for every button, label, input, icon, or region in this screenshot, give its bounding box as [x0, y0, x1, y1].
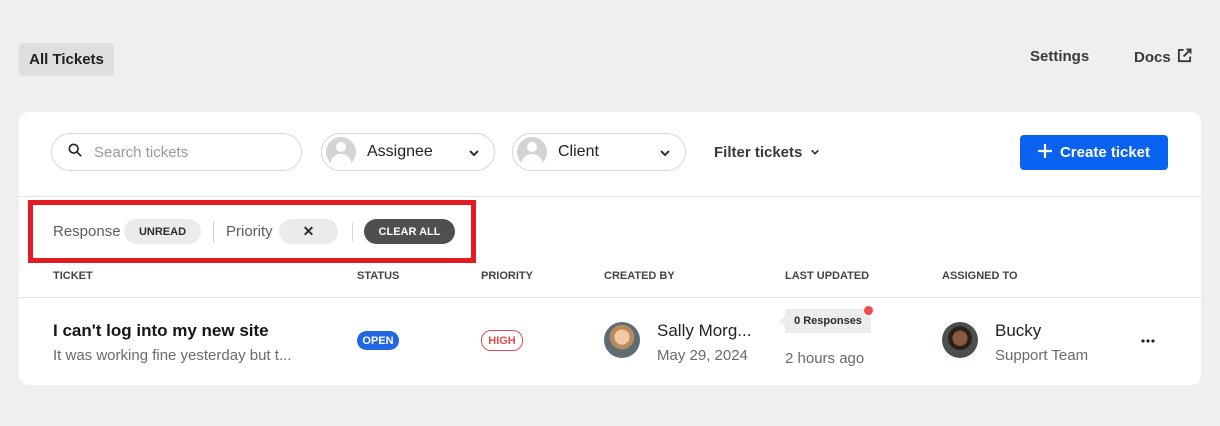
assignee-dropdown[interactable]: Assignee [321, 133, 495, 171]
responses-tag: 0 Responses [779, 309, 871, 333]
tickets-panel: Assignee Client Filter tickets Create ti… [19, 112, 1201, 385]
chevron-down-icon [659, 146, 671, 164]
filter-tickets-label: Filter tickets [714, 144, 803, 161]
ticket-title[interactable]: I can't log into my new site [53, 321, 269, 341]
assignee-name: Bucky [995, 321, 1042, 340]
column-header-priority[interactable]: PRIORITY [481, 270, 533, 282]
client-dropdown[interactable]: Client [512, 133, 686, 171]
updated-time: 2 hours ago [785, 350, 865, 367]
ticket-excerpt: It was working fine yesterday but t... [53, 347, 292, 364]
response-filter-chip[interactable]: UNREAD [124, 219, 201, 244]
settings-label: Settings [1030, 48, 1090, 65]
docs-label: Docs [1134, 49, 1171, 66]
response-filter-label: Response [53, 223, 121, 240]
chevron-down-icon [468, 146, 480, 164]
user-placeholder-icon [326, 137, 356, 167]
priority-filter-label: Priority [226, 223, 273, 240]
column-header-status[interactable]: STATUS [357, 270, 399, 282]
avatar [942, 322, 978, 358]
search-input[interactable] [92, 142, 286, 162]
toolbar-divider [19, 196, 1201, 197]
external-link-icon [1177, 48, 1192, 67]
priority-badge: HIGH [481, 330, 523, 351]
filter-separator [352, 222, 353, 242]
column-header-ticket[interactable]: TICKET [53, 270, 93, 282]
priority-filter-chip[interactable]: ✕ [279, 219, 338, 244]
filter-tickets-button[interactable]: Filter tickets [714, 144, 820, 161]
tab-all-tickets-label: All Tickets [29, 51, 104, 68]
create-ticket-button[interactable]: Create ticket [1020, 135, 1168, 170]
column-header-created-by[interactable]: CREATED BY [604, 270, 675, 282]
plus-icon [1037, 143, 1052, 162]
assignee-team: Support Team [995, 347, 1089, 364]
create-ticket-label: Create ticket [1059, 144, 1151, 161]
unread-dot [864, 306, 873, 315]
search-box[interactable] [51, 133, 302, 171]
docs-link[interactable]: Docs [1134, 48, 1192, 67]
settings-link[interactable]: Settings [1030, 48, 1089, 65]
search-icon [68, 142, 82, 162]
chevron-down-icon [810, 144, 820, 161]
header-divider [19, 297, 1201, 298]
created-date: May 29, 2024 [657, 347, 748, 364]
column-header-assigned-to[interactable]: ASSIGNED TO [942, 270, 1018, 282]
creator-name: Sally Morg... [657, 321, 752, 340]
clear-all-filters-button[interactable]: CLEAR ALL [364, 219, 455, 244]
filter-separator [213, 222, 214, 242]
user-placeholder-icon [517, 137, 547, 167]
column-header-last-updated[interactable]: LAST UPDATED [785, 270, 869, 282]
client-label: Client [558, 143, 599, 160]
avatar [604, 322, 640, 358]
assignee-label: Assignee [367, 143, 433, 160]
more-options-icon[interactable] [1141, 330, 1155, 348]
tab-all-tickets[interactable]: All Tickets [19, 43, 114, 76]
status-badge: OPEN [357, 331, 399, 350]
